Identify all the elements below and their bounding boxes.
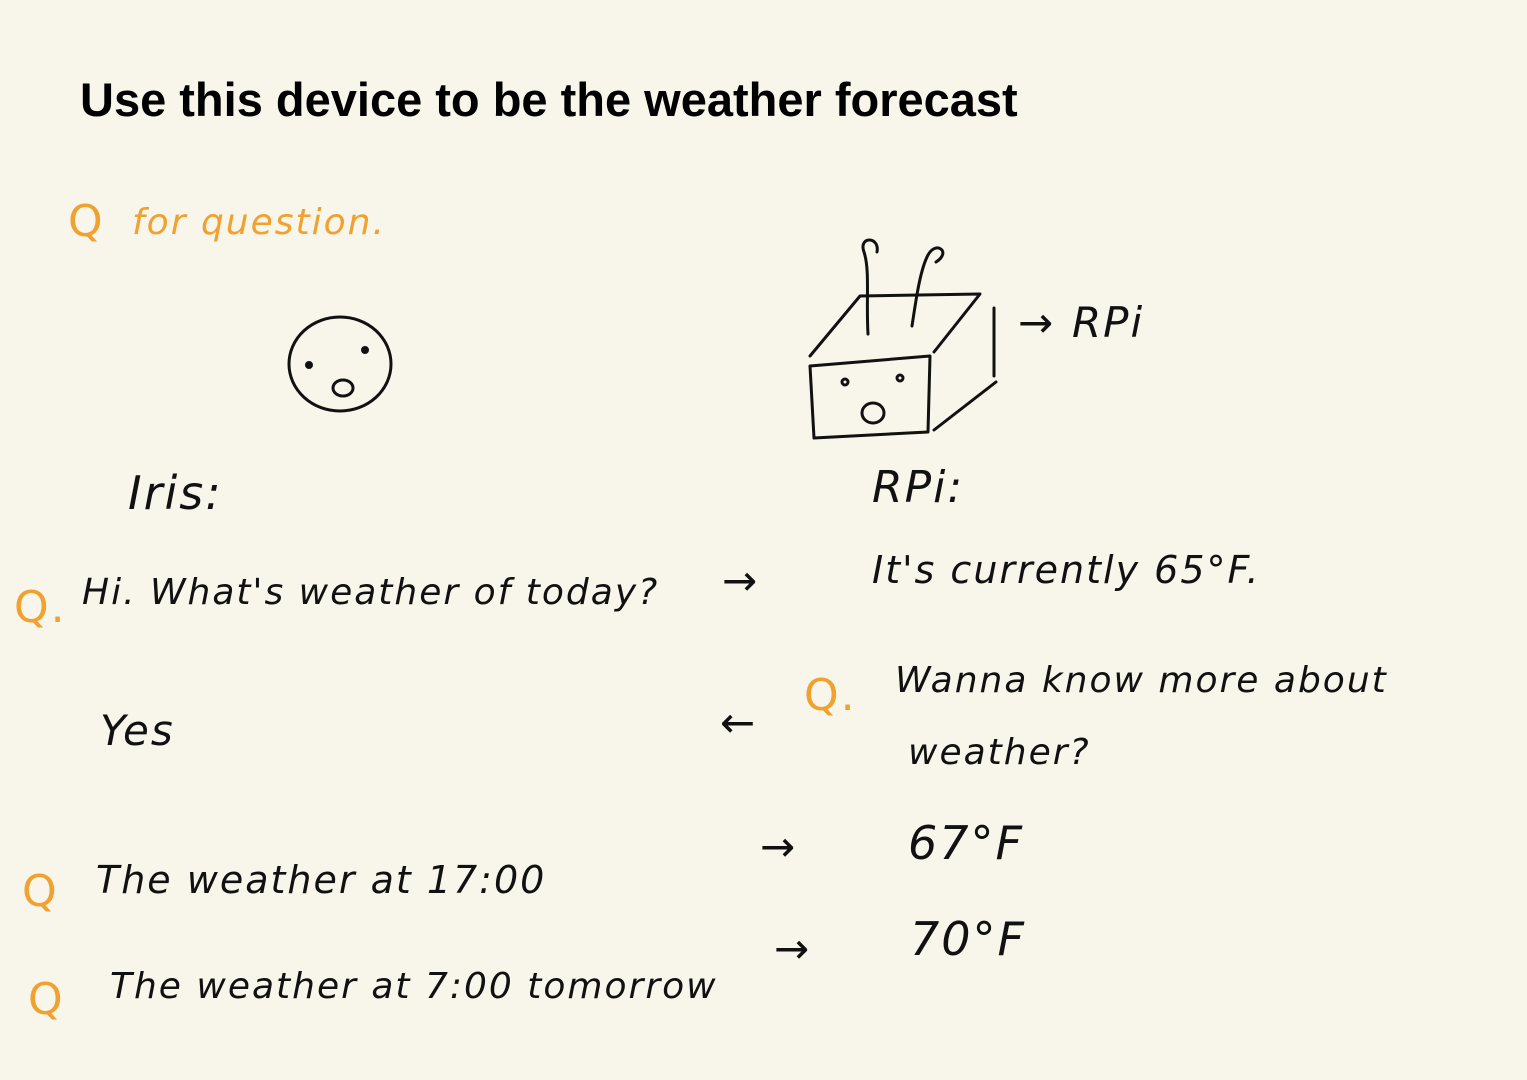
iris-answer-2: Yes bbox=[100, 706, 175, 755]
rpi-answer-3: 67°F bbox=[908, 816, 1024, 870]
arrow-right-4: → bbox=[774, 924, 812, 973]
sketch-layer bbox=[287, 238, 998, 440]
rpi-question-2: Wanna know more about bbox=[895, 660, 1388, 701]
rpi-answer-4: 70°F bbox=[910, 912, 1026, 966]
iris-face-icon bbox=[287, 315, 393, 413]
speaker-iris: Iris: bbox=[128, 466, 223, 520]
arrow-right-1: → bbox=[722, 556, 760, 605]
device-label: RPi bbox=[1072, 298, 1145, 347]
rpi-device-icon bbox=[808, 238, 998, 440]
iris-question-3: The weather at 17:00 bbox=[96, 858, 547, 902]
device-label-arrow: → bbox=[1018, 298, 1056, 347]
q-marker-2: Q. bbox=[804, 670, 857, 721]
q-marker-1: Q. bbox=[14, 582, 67, 633]
iris-question-4: The weather at 7:00 tomorrow bbox=[110, 966, 718, 1007]
q-marker-4: Q bbox=[28, 974, 65, 1025]
arrow-right-3: → bbox=[760, 822, 798, 871]
speaker-rpi: RPi: bbox=[872, 462, 965, 513]
rpi-answer-1: It's currently 65°F. bbox=[872, 548, 1261, 592]
rpi-question-2-line2: weather? bbox=[908, 732, 1091, 773]
arrow-left-2: ← bbox=[720, 698, 758, 747]
iris-question-1: Hi. What's weather of today? bbox=[82, 572, 660, 613]
q-marker-3: Q bbox=[22, 866, 59, 917]
